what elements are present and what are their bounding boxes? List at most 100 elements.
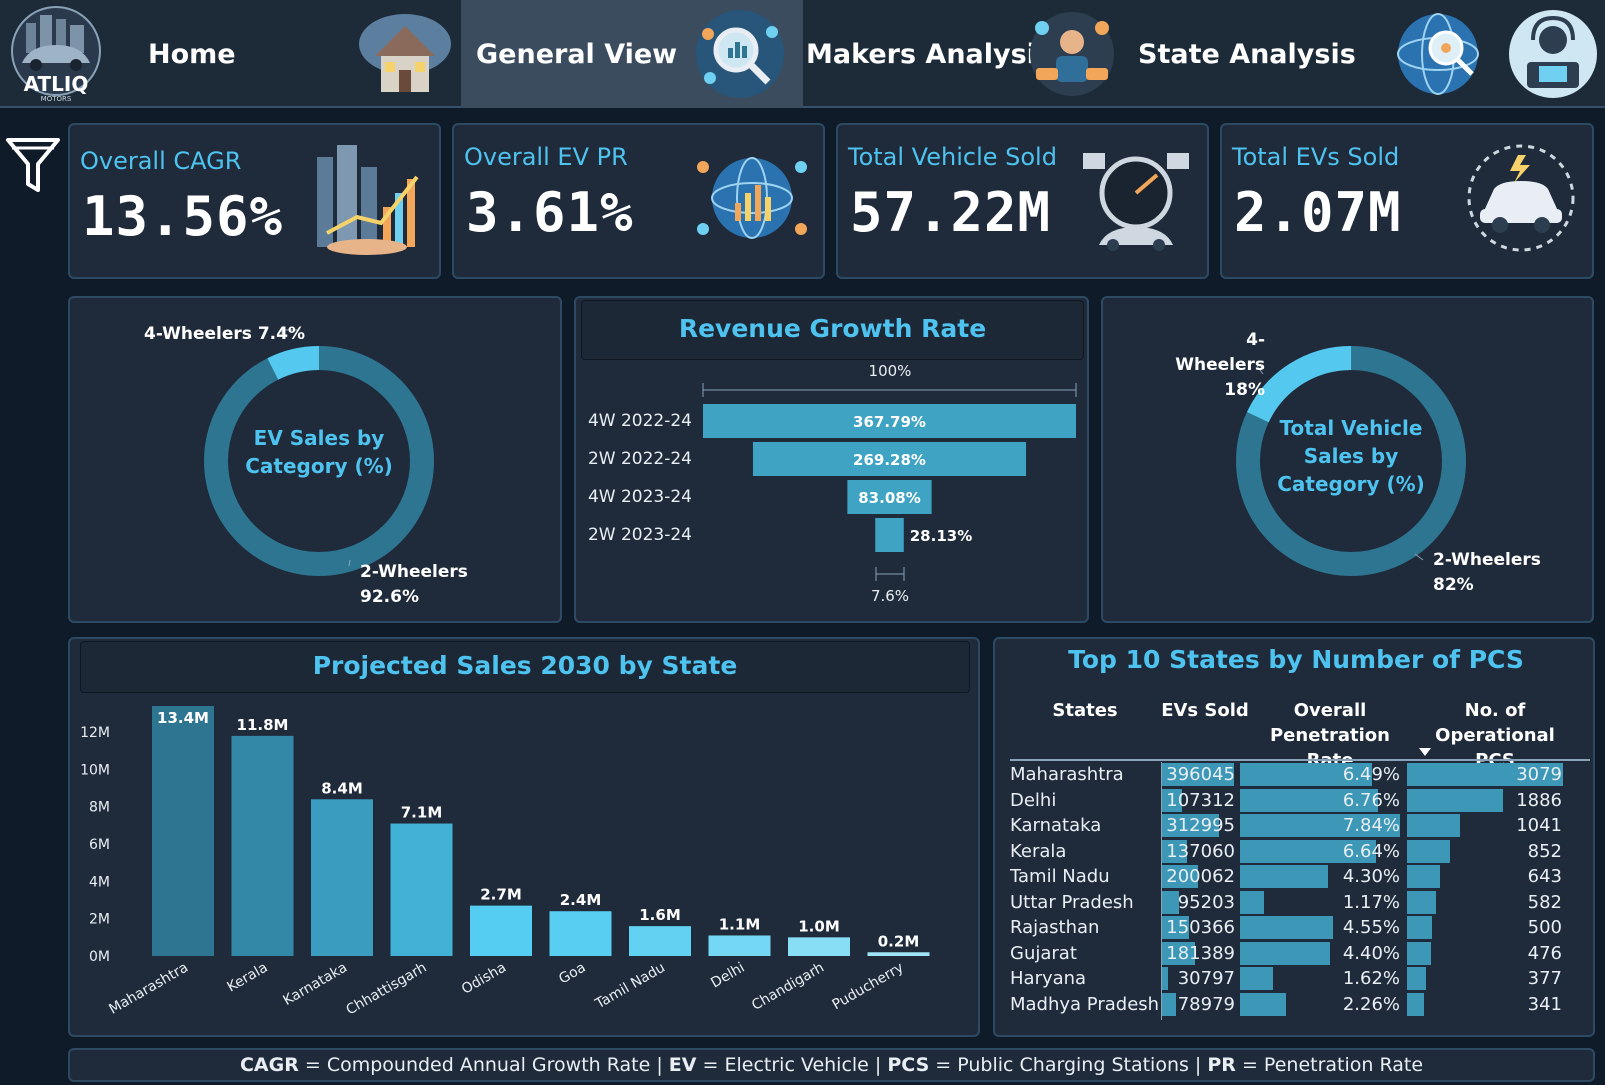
col-header-evs-sold[interactable]: EVs Sold <box>1160 698 1250 723</box>
y-tick-label: 12M <box>80 725 110 741</box>
total-vehicle-donut-panel: 4-Wheelers 18% 2-Wheelers 82% Total Vehi… <box>1101 296 1594 623</box>
bar-delhi[interactable] <box>708 935 771 956</box>
footer-def: = Penetration Rate <box>1235 1054 1424 1076</box>
table-row[interactable]: Maharashtra 396045 6.49% 3079 <box>1010 762 1590 787</box>
funnel-category-label: 2W 2022-24 <box>588 449 692 469</box>
penetration-rate-value: 2.26% <box>1342 993 1400 1015</box>
table-row[interactable]: Delhi 107312 6.76% 1886 <box>1010 788 1590 813</box>
kpi-card-total-vehicle-sold: Total Vehicle Sold 57.22M <box>836 123 1209 279</box>
penetration-rate-bar <box>1240 967 1274 990</box>
bar-value-label: 2.4M <box>560 891 602 909</box>
footer-def: = Electric Vehicle | <box>696 1054 888 1076</box>
penetration-rate-value: 6.76% <box>1342 789 1400 811</box>
x-category-label: Delhi <box>708 960 747 992</box>
bar-maharashtra[interactable] <box>152 706 214 956</box>
bar-karnataka[interactable] <box>311 799 373 956</box>
state-name: Rajasthan <box>1010 917 1100 938</box>
tv-2w-name: 2-Wheelers <box>1433 550 1541 570</box>
evs-sold-value: 396045 <box>1166 764 1235 785</box>
bar-chandigarh[interactable] <box>788 937 850 956</box>
speedometer-icon <box>1075 137 1197 259</box>
table-row[interactable]: Haryana 30797 1.62% 377 <box>1010 966 1590 991</box>
ev-2w-pct: 92.6% <box>360 587 419 607</box>
operational-pcs-bar <box>1407 941 1432 965</box>
legend-footer: CAGR = Compounded Annual Growth Rate | E… <box>68 1048 1595 1082</box>
evs-sold-value: 30797 <box>1177 968 1235 989</box>
table-row[interactable]: Rajasthan 150366 4.55% 500 <box>1010 915 1590 940</box>
tv-2w-label: 2-Wheelers 82% <box>1433 548 1541 598</box>
y-tick-label: 8M <box>89 800 110 816</box>
bar-value-label: 1.0M <box>798 917 840 935</box>
operational-pcs-bar <box>1407 967 1427 990</box>
operational-pcs-bar <box>1407 814 1460 837</box>
bar-value-label: 11.8M <box>237 716 289 734</box>
y-tick-label: 4M <box>89 874 110 890</box>
evs-sold-value: 95203 <box>1177 891 1235 913</box>
evs-sold-value: 78979 <box>1177 993 1235 1015</box>
funnel-value-label: 28.13% <box>910 527 972 545</box>
ev-4w-label: 4-Wheelers 7.4% <box>144 324 305 344</box>
operational-pcs-value: 1886 <box>1516 789 1562 811</box>
x-category-label: Goa <box>556 960 588 988</box>
atliq-logo: ATLIQ MOTORS <box>8 5 104 103</box>
kpi-card-ev-pr: Overall EV PR 3.61% <box>452 123 825 279</box>
revenue-growth-funnel: 100% 4W 2022-24 367.79% 2W 2022-24 269.28% 4… <box>588 362 1077 605</box>
penetration-rate-value: 4.40% <box>1342 942 1400 964</box>
sort-descending-icon[interactable] <box>1419 748 1431 756</box>
penetration-rate-value: 6.64% <box>1342 840 1400 862</box>
ev-2w-label: 2-Wheelers 92.6% <box>360 560 468 610</box>
tv-4w-pct: 18% <box>1224 380 1265 400</box>
x-category-label: Chhattisgarh <box>343 960 429 1019</box>
ev-donut-title: EV Sales by Category (%) <box>245 426 393 478</box>
nav-makers-analysis-label: Makers Analysis <box>806 38 1053 70</box>
footer-abbr: PR <box>1207 1054 1236 1076</box>
x-category-label: Chandigarh <box>749 960 827 1014</box>
penetration-rate-bar <box>1240 992 1287 1016</box>
penetration-rate-value: 4.30% <box>1342 866 1400 887</box>
bar-goa[interactable] <box>549 911 612 956</box>
ev-sales-donut-panel: 4-Wheelers 7.4% 2-Wheelers 92.6% EV Sale… <box>68 296 562 623</box>
table-row[interactable]: Gujarat 181389 4.40% 476 <box>1010 941 1590 966</box>
penetration-rate-value: 6.49% <box>1342 764 1400 785</box>
operational-pcs-bar <box>1407 890 1437 914</box>
operational-pcs-value: 1041 <box>1516 815 1562 836</box>
funnel-category-label: 4W 2022-24 <box>588 411 692 431</box>
funnel-bottom-label: 7.6% <box>871 587 909 605</box>
bar-puducherry[interactable] <box>867 952 930 956</box>
table-row[interactable]: Madhya Pradesh 78979 2.26% 341 <box>1010 992 1590 1017</box>
footer-abbr: EV <box>668 1054 697 1076</box>
support-agent-icon[interactable] <box>1503 4 1603 104</box>
top-navigation: ATLIQ MOTORS Home General View Makers An… <box>0 0 1605 108</box>
bar-chhattisgarh[interactable] <box>390 823 453 956</box>
y-tick-label: 2M <box>89 912 110 928</box>
growth-chart-icon <box>307 137 429 259</box>
table-row[interactable]: Uttar Pradesh 95203 1.17% 582 <box>1010 890 1590 915</box>
funnel-bar[interactable] <box>875 518 904 552</box>
operational-pcs-value: 377 <box>1527 968 1562 989</box>
operational-pcs-value: 643 <box>1527 866 1562 887</box>
col-header-states[interactable]: States <box>1040 698 1130 723</box>
x-category-label: Odisha <box>459 960 509 998</box>
bar-odisha[interactable] <box>470 905 532 956</box>
operational-pcs-value: 500 <box>1527 917 1562 938</box>
funnel-value-label: 83.08% <box>858 489 920 507</box>
ev-2w-name: 2-Wheelers <box>360 562 468 582</box>
table-row[interactable]: Tamil Nadu 200062 4.30% 643 <box>1010 864 1590 889</box>
funnel-value-label: 367.79% <box>853 413 926 431</box>
logo-subtext: MOTORS <box>41 95 72 103</box>
nav-state-analysis-label: State Analysis <box>1138 38 1356 70</box>
table-row[interactable]: Karnataka 312995 7.84% 1041 <box>1010 813 1590 838</box>
state-name: Maharashtra <box>1010 764 1124 785</box>
bar-value-label: 2.7M <box>480 886 522 904</box>
table-row[interactable]: Kerala 137060 6.64% 852 <box>1010 839 1590 864</box>
bar-tamil-nadu[interactable] <box>629 926 691 956</box>
operational-pcs-bar <box>1407 839 1451 863</box>
filter-icon[interactable] <box>4 136 62 196</box>
evs-sold-value: 150366 <box>1166 917 1235 938</box>
penetration-rate-value: 1.62% <box>1342 968 1400 989</box>
bar-value-label: 1.6M <box>639 906 681 924</box>
funnel-value-label: 269.28% <box>853 451 926 469</box>
bar-kerala[interactable] <box>231 735 294 956</box>
ev-4w-pct: 7.4% <box>257 324 305 344</box>
revenue-growth-panel: Revenue Growth Rate 100% 4W 2022-24 367.7… <box>574 296 1089 623</box>
